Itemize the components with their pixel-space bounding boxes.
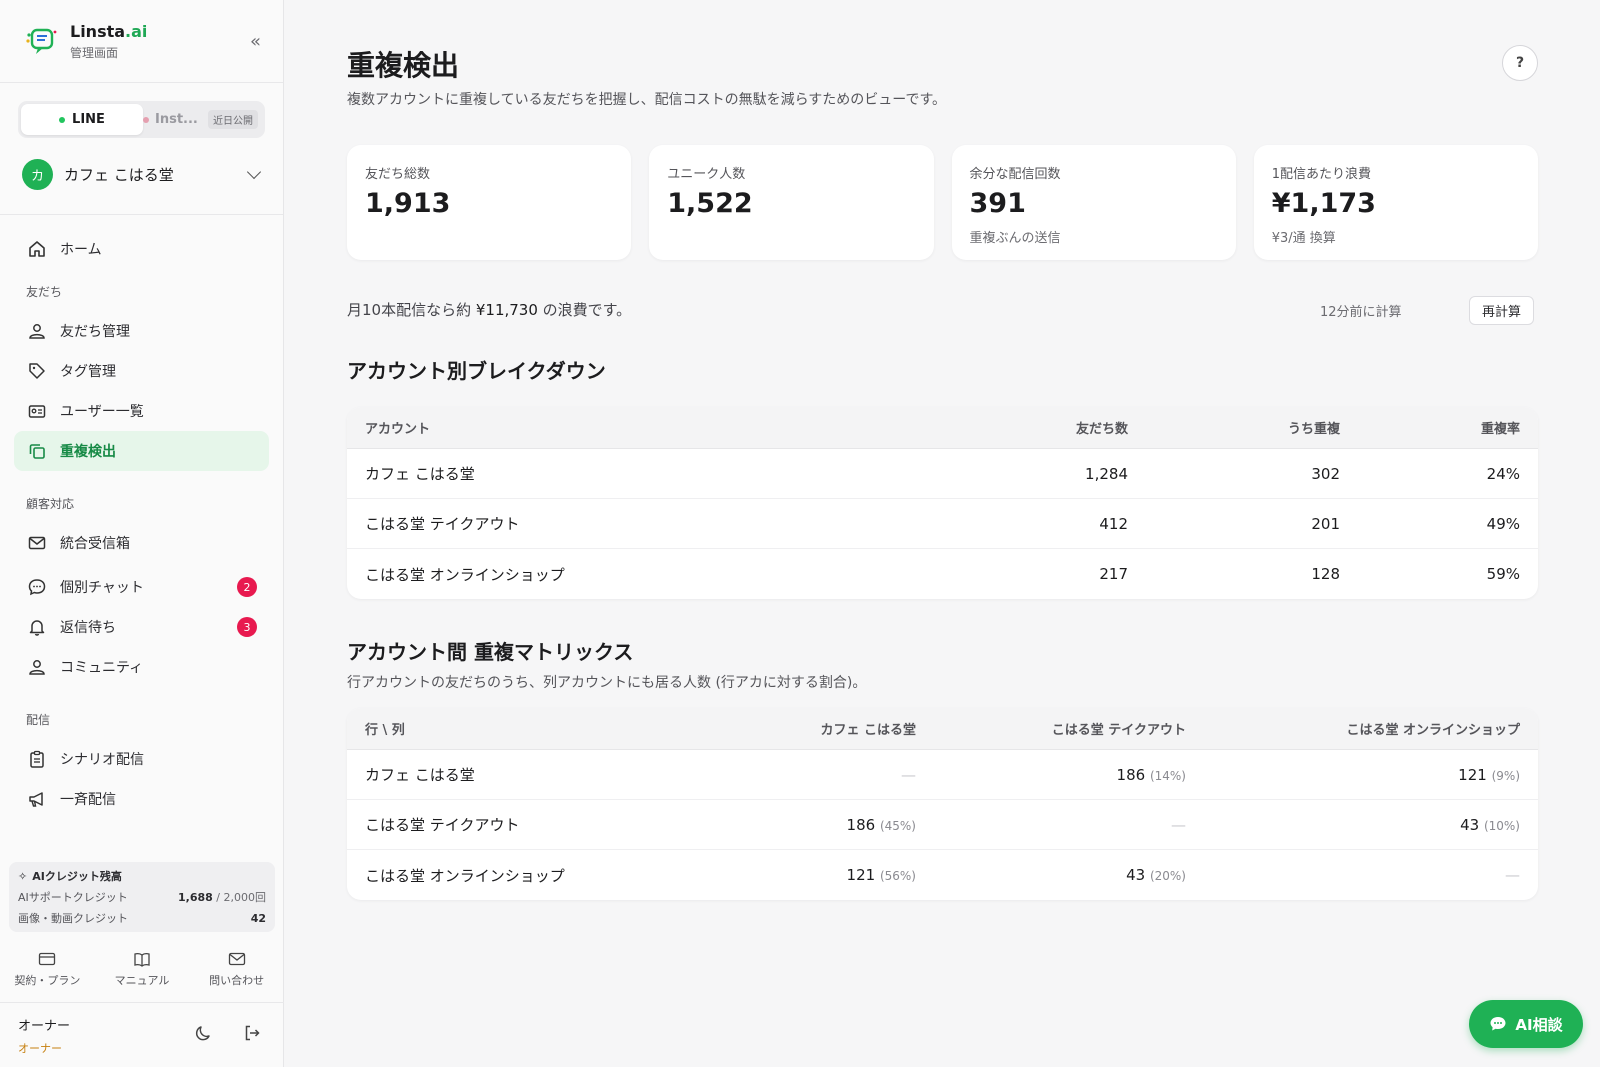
- table-header: アカウント 友だち数 うち重複 重複率: [347, 407, 1538, 449]
- sidebar-item-tags[interactable]: タグ管理: [14, 351, 269, 391]
- monthly-waste-text: 月10本配信なら約 ¥11,730 の浪費です。: [347, 301, 632, 319]
- logout-icon[interactable]: [242, 1023, 262, 1047]
- channel-switch: LINE Inst... 近日公開: [18, 101, 265, 138]
- nav-section-delivery: 配信: [26, 712, 51, 727]
- recalculate-button[interactable]: 再計算: [1469, 296, 1535, 325]
- table-row: こはる堂 テイクアウト 186 (45%) — 43 (10%): [347, 800, 1538, 850]
- collapse-sidebar-icon[interactable]: «: [250, 31, 261, 52]
- brand-header: Linsta.ai 管理画面 «: [0, 0, 283, 83]
- instagram-status-dot: [143, 116, 149, 123]
- stat-card-unique: ユニーク人数 1,522: [649, 145, 934, 260]
- sidebar-item-friends[interactable]: 友だち管理: [14, 311, 269, 351]
- book-icon: [133, 951, 151, 969]
- help-button[interactable]: ?: [1502, 45, 1538, 81]
- sidebar-item-waiting[interactable]: 返信待ち 3: [14, 607, 269, 647]
- stat-value: 1,913: [365, 188, 451, 219]
- breakdown-title: アカウント別ブレイクダウン: [347, 359, 606, 383]
- user-role: オーナー: [18, 1041, 62, 1055]
- coming-soon-badge: 近日公開: [208, 110, 258, 129]
- matrix-description: 行アカウントの友だちのうち、列アカウントにも居る人数 (行アカに対する割合)。: [347, 675, 867, 691]
- moon-icon[interactable]: [194, 1023, 214, 1047]
- media-credit-value: 42: [250, 911, 266, 925]
- stat-card-total-friends: 友だち総数 1,913: [347, 145, 632, 260]
- home-icon: [26, 238, 48, 260]
- sidebar-item-home[interactable]: ホーム: [14, 229, 269, 269]
- main-content: 重複検出 複数アカウントに重複している友だちを把握し、配信コストの無駄を減らすた…: [284, 0, 1600, 1067]
- bell-icon: [26, 616, 48, 638]
- monthly-waste-amount: ¥11,730: [475, 301, 538, 319]
- account-selector[interactable]: カ カフェ こはる堂: [22, 148, 269, 200]
- page-description: 複数アカウントに重複している友だちを把握し、配信コストの無駄を減らすためのビュー…: [347, 92, 947, 108]
- sidebar-item-broadcast[interactable]: 一斉配信: [14, 779, 269, 819]
- table-header: 行 \ 列 カフェ こはる堂 こはる堂 テイクアウト こはる堂 オンラインショッ…: [347, 708, 1538, 750]
- sidebar-item-user-list[interactable]: ユーザー一覧: [14, 391, 269, 431]
- media-credit-row: 画像・動画クレジット 42: [18, 911, 266, 926]
- waiting-badge: 3: [237, 617, 257, 637]
- table-row: こはる堂 テイクアウト 412 201 49%: [347, 499, 1538, 549]
- support-credit-row: AIサポートクレジット 1,688 / 2,000回: [18, 891, 266, 904]
- chat-bubble-icon: [26, 576, 48, 598]
- stat-value: ¥1,173: [1271, 188, 1376, 219]
- sidebar-footer-links: 契約・プラン マニュアル 問い合わせ: [0, 945, 284, 1003]
- brand-name: Linsta.ai: [70, 21, 148, 41]
- table-row: こはる堂 オンラインショップ 217 128 59%: [365, 565, 1520, 584]
- stat-card-waste: 1配信あたり浪費 ¥1,173 ¥3/通 換算: [1253, 145, 1538, 260]
- credit-card-icon: [38, 951, 56, 969]
- support-credit-value: 1,688: [178, 891, 213, 904]
- chevron-down-icon: [246, 164, 262, 179]
- id-card-icon: [26, 400, 48, 422]
- manual-link[interactable]: マニュアル: [95, 945, 190, 1002]
- sidebar-nav: ホーム 友だち 友だち管理 タグ管理 ユーザー一覧 重複検出 顧客対応 統合受信…: [0, 215, 283, 851]
- credit-title: ✧ AIクレジット残高: [18, 869, 122, 884]
- users-icon: [26, 320, 48, 342]
- stats-row: 友だち総数 1,913 ユニーク人数 1,522 余分な配信回数 391 重複ぶ…: [347, 145, 1538, 260]
- user-name: オーナー: [18, 1018, 71, 1034]
- ai-credit-panel: ✧ AIクレジット残高 AIサポートクレジット 1,688 / 2,000回 画…: [9, 862, 275, 932]
- community-icon: [26, 656, 48, 678]
- brand-logo-icon: [26, 28, 57, 54]
- stat-note: 重複ぶんの送信: [969, 231, 1061, 246]
- chat-unread-badge: 2: [237, 577, 257, 597]
- stat-value: 391: [969, 188, 1026, 219]
- account-name: カフェ こはる堂: [64, 165, 174, 184]
- table-row: こはる堂 オンラインショップ 121 (56%) 43 (20%) —: [365, 866, 1520, 885]
- brand-subtitle: 管理画面: [70, 45, 119, 60]
- megaphone-icon: [26, 788, 48, 810]
- sparkle-icon: ✧: [18, 869, 28, 883]
- matrix-title: アカウント間 重複マトリックス: [347, 640, 634, 664]
- chat-bubble-icon: [1490, 1017, 1506, 1031]
- plan-link[interactable]: 契約・プラン: [0, 945, 95, 1002]
- table-row: カフェ こはる堂 — 186 (14%) 121 (9%): [347, 750, 1538, 800]
- calc-timestamp: 12分前に計算: [1320, 305, 1402, 320]
- sidebar-item-chat[interactable]: 個別チャット 2: [14, 567, 269, 607]
- breakdown-table: アカウント 友だち数 うち重複 重複率 カフェ こはる堂 1,284 302 2…: [347, 407, 1538, 599]
- user-area: オーナー オーナー: [18, 1012, 268, 1058]
- support-credit-total: / 2,000回: [212, 891, 266, 904]
- mail-icon: [26, 532, 48, 554]
- sidebar-item-scenario[interactable]: シナリオ配信: [14, 739, 269, 779]
- nav-section-support: 顧客対応: [26, 496, 75, 511]
- sidebar-item-community[interactable]: コミュニティ: [14, 647, 269, 687]
- copy-icon: [26, 440, 48, 462]
- stat-value: 1,522: [667, 188, 753, 219]
- nav-section-friends: 友だち: [26, 284, 63, 299]
- clipboard-icon: [26, 748, 48, 770]
- sidebar-item-inbox[interactable]: 統合受信箱: [14, 523, 269, 563]
- sidebar-item-duplicate[interactable]: 重複検出: [14, 431, 269, 471]
- table-row: カフェ こはる堂 1,284 302 24%: [347, 449, 1538, 499]
- matrix-table: 行 \ 列 カフェ こはる堂 こはる堂 テイクアウト こはる堂 オンラインショッ…: [347, 708, 1538, 900]
- tag-icon: [26, 360, 48, 382]
- contact-link[interactable]: 問い合わせ: [189, 945, 284, 1002]
- envelope-icon: [228, 951, 246, 969]
- ai-consult-button[interactable]: AI相談: [1469, 1000, 1583, 1048]
- channel-instagram-tab[interactable]: Inst...: [143, 112, 198, 127]
- account-avatar: カ: [22, 158, 53, 190]
- line-status-dot: [59, 116, 66, 123]
- page-title: 重複検出: [347, 49, 460, 82]
- stat-note: ¥3/通 換算: [1271, 231, 1336, 246]
- channel-line-tab[interactable]: LINE: [21, 104, 143, 135]
- sidebar: Linsta.ai 管理画面 « LINE Inst... 近日公開 カ カフェ…: [0, 0, 284, 1067]
- stat-card-extra-sends: 余分な配信回数 391 重複ぶんの送信: [951, 145, 1236, 260]
